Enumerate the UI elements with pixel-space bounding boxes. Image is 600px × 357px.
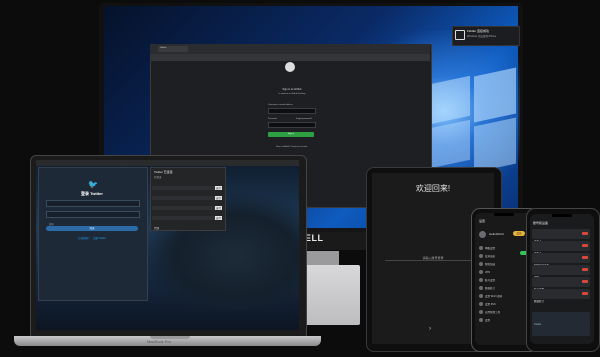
wifi-icon xyxy=(479,294,483,298)
browser-tab-bar xyxy=(150,44,430,54)
signin-subtitle: to continue to GitHub Desktop xyxy=(278,93,306,95)
speed-icon xyxy=(479,262,483,266)
browser-tab[interactable]: GitHub xyxy=(158,46,188,52)
windows-logo-icon xyxy=(474,67,516,123)
phone-username: HelloWorld xyxy=(489,232,504,236)
windows-logo-icon xyxy=(474,117,516,173)
toast-body: Windows 已连接到 iPhone xyxy=(467,35,497,38)
forgot-password-link[interactable]: Forgot password? xyxy=(296,118,312,120)
menu-item[interactable]: 设置 IPv6 xyxy=(479,300,529,308)
menu-item[interactable]: 账号设置 xyxy=(479,276,529,284)
device-row[interactable]: 设备 1 xyxy=(532,229,590,243)
twitter-title: 登录 Twitter xyxy=(81,191,103,196)
menu-item[interactable]: 数据统计 xyxy=(479,284,529,292)
status-badge xyxy=(582,256,588,259)
extension-row[interactable]: Cookie 运行 xyxy=(152,206,222,220)
extension-row[interactable]: 推文 运行 xyxy=(152,186,222,200)
menu-item[interactable]: 设置 xyxy=(479,316,529,324)
twitter-login-button[interactable]: 登录 xyxy=(46,226,138,231)
github-logo-icon xyxy=(285,62,295,72)
status-badge xyxy=(582,268,588,271)
tablet-welcome-title: 欢迎回来! xyxy=(415,184,451,193)
device-row[interactable]: VPN xyxy=(532,265,590,279)
monitor-stand-base xyxy=(300,265,360,325)
menu-item[interactable]: 设置 Wi-Fi 密码 xyxy=(479,292,529,300)
avatar[interactable] xyxy=(479,231,486,238)
twitter-footer-links[interactable]: 忘记密码？ · 注册 Twitter xyxy=(46,236,138,240)
macos-menubar: Safari浏览器 xyxy=(36,160,299,174)
tablet-divider xyxy=(385,260,481,261)
ipv6-icon xyxy=(479,302,483,306)
device-row[interactable]: 设备 2 xyxy=(532,241,590,255)
extension-row[interactable]: 代理 运行 xyxy=(152,216,222,230)
gear-icon xyxy=(479,318,483,322)
twitter-bird-icon: 🐦 xyxy=(88,180,98,189)
device-row[interactable]: 账号设置 xyxy=(532,277,590,291)
chevron-right-icon[interactable]: › xyxy=(429,326,431,332)
signin-title: Sign in to GitHub xyxy=(282,88,302,91)
stats-icon xyxy=(479,286,483,290)
menu-item[interactable]: 智能加速 xyxy=(479,260,529,268)
username-label: Username or email address xyxy=(268,104,293,106)
phone-notch xyxy=(494,213,514,216)
status-badge xyxy=(582,232,588,235)
network-icon xyxy=(479,246,483,250)
phone-notch xyxy=(552,214,572,217)
vpn-icon xyxy=(479,270,483,274)
extension-title: Twitter 已连接 xyxy=(154,170,173,174)
twitter-password-input[interactable]: 密码 xyxy=(46,211,140,226)
status-badge xyxy=(582,244,588,247)
browser-tab-label: GitHub xyxy=(160,47,167,49)
windows-logo-icon xyxy=(430,119,470,169)
bluetooth-icon xyxy=(479,254,483,258)
phone-header: 设置 xyxy=(479,219,486,223)
member-badge[interactable]: 会员 xyxy=(513,231,525,236)
extension-row[interactable]: 关注 运行 xyxy=(152,196,222,210)
phone-footer-card[interactable]: Twitter xyxy=(532,312,590,336)
apps-icon xyxy=(479,310,483,314)
account-icon xyxy=(479,278,483,282)
windows-logo-icon xyxy=(430,75,470,125)
signin-button[interactable]: Sign in xyxy=(268,132,314,137)
macbook-label: MacBook Pro xyxy=(147,339,172,344)
password-field[interactable] xyxy=(268,122,316,128)
notification-icon xyxy=(455,30,465,40)
twitter-username-input[interactable]: 手机、邮件地址或用户名 xyxy=(46,200,140,215)
status-badge xyxy=(582,292,588,295)
menu-item[interactable]: 网络设置 xyxy=(479,244,529,252)
device-row[interactable]: 智能加速设备 xyxy=(532,253,590,267)
create-account-link[interactable]: New to GitHub? Create an account. xyxy=(262,146,322,148)
menu-item[interactable]: VPN xyxy=(479,268,529,276)
phone-header: 账号和设备 xyxy=(533,221,549,225)
phone-menu: 网络设置 蓝牙连接 智能加速 VPN 账号设置 数据统计 设置 Wi-Fi 密码… xyxy=(479,244,529,324)
extension-status: 已登录 xyxy=(154,176,162,179)
monitor-stand-neck xyxy=(303,251,339,265)
browser-address-bar[interactable] xyxy=(150,54,430,61)
menu-item[interactable]: 蓝牙连接 xyxy=(479,252,529,260)
username-field[interactable] xyxy=(268,108,316,114)
status-badge xyxy=(582,280,588,283)
password-label: Password xyxy=(268,118,277,120)
menu-item[interactable]: 应用管理工具 xyxy=(479,308,529,316)
toast-title: Fiddler 连接成功 xyxy=(467,29,490,33)
device-row[interactable]: 数据统计 xyxy=(532,289,590,303)
